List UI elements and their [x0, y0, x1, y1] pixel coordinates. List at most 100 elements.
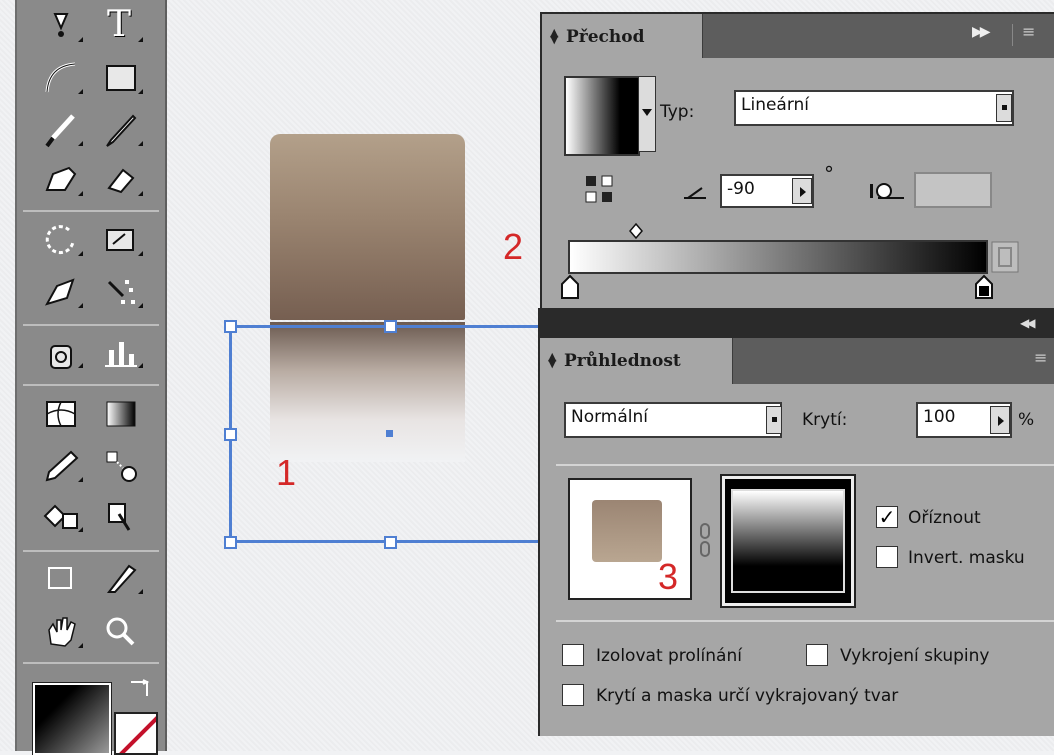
blend-tool-icon[interactable]	[99, 446, 143, 486]
gradient-midpoint-icon[interactable]	[628, 222, 644, 240]
knockout-group-checkbox[interactable]	[806, 644, 828, 666]
gradient-slider-bar[interactable]	[568, 240, 988, 274]
chevron-right-icon	[800, 187, 806, 197]
selection-handle[interactable]	[384, 536, 397, 549]
blend-mode-value: Normální	[571, 407, 649, 427]
delete-stop-icon[interactable]	[990, 240, 1020, 274]
tab-collapse-icon[interactable]: ▲ ▼	[550, 27, 558, 45]
color-stop-white[interactable]	[560, 274, 580, 300]
opacity-mask-knockout-label: Krytí a maska určí vykrajovaný tvar	[596, 686, 899, 706]
panel-divider	[556, 620, 1054, 622]
chevron-down-icon	[772, 417, 777, 422]
percent-sign: %	[1018, 410, 1035, 430]
gradient-type-dropdown[interactable]	[996, 94, 1012, 122]
blend-mode-select[interactable]: Normální	[564, 402, 782, 438]
link-mask-icon[interactable]	[698, 522, 712, 558]
type-label: Typ:	[660, 102, 695, 122]
transparency-panel-titlebar: ◀◀	[540, 310, 1054, 338]
rectangle-tool-icon[interactable]	[99, 58, 143, 98]
toolbox: T	[15, 0, 167, 755]
gradient-type-select[interactable]: Lineární	[734, 90, 1014, 126]
clip-label: Oříznout	[908, 508, 981, 528]
toolbox-separator	[23, 550, 159, 552]
callout-1: 1	[276, 452, 297, 493]
aspect-ratio-input	[914, 172, 992, 208]
opacity-mask-thumbnail-image	[731, 489, 845, 593]
toolbox-separator	[23, 210, 159, 212]
paintbrush-tool-icon[interactable]	[39, 110, 83, 150]
knockout-group-label: Vykrojení skupiny	[840, 646, 990, 666]
aspect-ratio-icon	[870, 183, 904, 199]
toolbox-separator	[23, 662, 159, 664]
selection-handle[interactable]	[384, 320, 397, 333]
tab-gradient[interactable]: ▲ ▼ Přechod	[542, 14, 703, 58]
opacity-mask-knockout-checkbox[interactable]	[562, 684, 584, 706]
header-divider	[1012, 24, 1013, 46]
column-graph-tool-icon[interactable]	[99, 332, 143, 372]
live-paint-bucket-tool-icon[interactable]	[39, 496, 83, 536]
arc-tool-icon[interactable]	[39, 58, 83, 98]
eyedropper-tool-icon[interactable]	[39, 446, 83, 486]
opacity-label: Krytí:	[802, 410, 848, 430]
zoom-tool-icon[interactable]	[99, 612, 143, 652]
opacity-dropdown[interactable]	[990, 406, 1010, 434]
tab-collapse-icon[interactable]: ▲ ▼	[548, 351, 556, 369]
artboard-tool-icon[interactable]	[39, 558, 83, 598]
clip-checkbox[interactable]: ✓	[876, 506, 898, 528]
rotate-tool-icon[interactable]	[39, 220, 83, 260]
symbol-sprayer-tool-icon[interactable]	[39, 332, 83, 372]
gradient-preview-dropdown[interactable]	[638, 76, 656, 152]
warp-tool-icon[interactable]	[39, 272, 83, 312]
selection-center-point	[386, 430, 393, 437]
type-tool-icon[interactable]: T	[99, 4, 143, 46]
angle-icon	[684, 187, 706, 199]
gradient-type-value: Lineární	[741, 95, 810, 115]
panel-menu-icon[interactable]: ≡	[1034, 348, 1047, 367]
collapse-panel-icon[interactable]: ◀◀	[1020, 316, 1036, 330]
blend-mode-dropdown[interactable]	[766, 406, 782, 434]
callout-2: 2	[503, 226, 524, 267]
artwork-thumbnail-image	[592, 500, 662, 562]
fill-color-swatch[interactable]	[32, 682, 112, 755]
pen-tool-icon[interactable]	[39, 6, 83, 46]
invert-mask-checkbox[interactable]	[876, 546, 898, 568]
isolate-blending-label: Izolovat prolínání	[596, 646, 742, 666]
callout-3: 3	[658, 556, 679, 597]
gradient-rectangle[interactable]	[270, 134, 465, 320]
selection-handle[interactable]	[224, 536, 237, 549]
chevron-down-icon	[1002, 105, 1007, 110]
slice-tool-icon[interactable]	[99, 558, 143, 598]
gradient-tab-label: Přechod	[566, 27, 645, 47]
selection-handle[interactable]	[224, 428, 237, 441]
mesh-tool-icon[interactable]	[39, 394, 83, 434]
eraser-tool-icon[interactable]	[99, 160, 143, 200]
angle-dropdown[interactable]	[792, 178, 812, 204]
tab-transparency[interactable]: ▲ ▼ Průhlednost	[540, 338, 733, 384]
scale-tool-icon[interactable]	[99, 220, 143, 260]
reverse-gradient-icon[interactable]	[582, 172, 616, 206]
panel-menu-icon[interactable]: ≡	[1022, 22, 1035, 41]
hand-tool-icon[interactable]	[39, 612, 83, 652]
opacity-mask-thumbnail[interactable]	[720, 474, 856, 608]
gradient-panel-header: ▲ ▼ Přechod ▶▶ ≡	[542, 14, 1054, 58]
angle-value: -90	[727, 179, 755, 199]
chevron-down-icon	[642, 109, 652, 116]
toolbox-separator	[23, 384, 159, 386]
degree-symbol: °	[824, 162, 834, 186]
opacity-value: 100	[923, 407, 956, 427]
color-stop-black[interactable]	[974, 274, 994, 300]
blob-brush-tool-icon[interactable]	[39, 160, 83, 200]
live-paint-selection-tool-icon[interactable]	[99, 496, 143, 536]
chevron-right-icon	[998, 416, 1004, 426]
stroke-color-swatch[interactable]	[114, 712, 158, 755]
pencil-tool-icon[interactable]	[99, 110, 143, 150]
transparency-panel-header: ▲ ▼ Průhlednost ≡	[540, 338, 1054, 384]
selection-handle[interactable]	[224, 320, 237, 333]
gradient-tool-icon[interactable]	[99, 394, 143, 434]
free-transform-tool-icon[interactable]	[99, 272, 143, 312]
gradient-preview-swatch[interactable]	[564, 76, 640, 156]
isolate-blending-checkbox[interactable]	[562, 644, 584, 666]
swap-colors-icon[interactable]	[127, 676, 153, 702]
panel-divider	[556, 464, 1054, 466]
panel-expand-icon[interactable]: ▶▶	[972, 24, 990, 40]
